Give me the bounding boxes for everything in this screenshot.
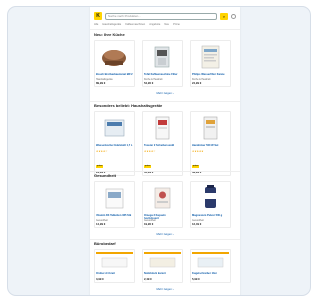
product-card[interactable]: Vitamin D3 Tabletten 365 Stk Gesundheit … xyxy=(94,181,135,229)
product-image xyxy=(144,43,181,71)
category-nav: Alle Haushaltsgeräte Kaffeemaschinen Ang… xyxy=(94,23,236,28)
shop-page: K Suche nach Produkten... ⌕ Alle Haushal… xyxy=(90,7,240,295)
product-image xyxy=(144,184,181,212)
product-price: 19,90 € xyxy=(144,222,154,226)
product-price: 12,49 € xyxy=(192,222,202,226)
product-card[interactable]: Bosch Brotbackautomat BR 2 Haushaltsgerä… xyxy=(94,40,135,88)
product-price: 2,49 € xyxy=(144,277,152,281)
show-more-link[interactable]: Mehr zeigen › xyxy=(94,91,236,95)
nav-item[interactable]: Neu xyxy=(164,23,169,28)
rating-stars: ★★★★☆ xyxy=(96,150,108,153)
product-image xyxy=(96,114,133,142)
section-title: Neu: Ihre Küche xyxy=(94,32,125,37)
divider xyxy=(90,29,240,30)
product-image xyxy=(96,184,133,212)
category-stripe xyxy=(96,252,133,254)
product-card[interactable]: Handmixer 500 W Set ★★★★★ prime 39,99 € xyxy=(190,111,231,177)
section-title: Gesundheit xyxy=(94,173,117,178)
product-image xyxy=(96,43,133,71)
product-card[interactable]: Wasserkocher Edelstahl 1,7 L ★★★★☆ prime… xyxy=(94,111,135,177)
product-image xyxy=(96,252,133,270)
search-input[interactable]: Suche nach Produkten... xyxy=(105,12,217,20)
product-section: Neu: Ihre Küche Bosch Brotbackautomat BR… xyxy=(94,32,236,95)
nav-item[interactable]: Haushaltsgeräte xyxy=(102,23,121,28)
product-price: 24,99 € xyxy=(192,81,202,85)
nav-item[interactable]: Alle xyxy=(94,23,98,28)
product-image xyxy=(192,114,229,142)
section-title: Bürobedarf xyxy=(94,241,116,246)
account-icon[interactable] xyxy=(231,13,236,19)
header-bar: K Suche nach Produkten... ⌕ xyxy=(90,9,240,23)
nav-item[interactable]: Prime xyxy=(173,23,180,28)
show-more-link[interactable]: Mehr zeigen › xyxy=(94,232,236,236)
divider xyxy=(90,101,240,102)
screenshot-frame: K Suche nach Produkten... ⌕ Alle Haushal… xyxy=(7,6,311,296)
prime-badge: prime xyxy=(96,165,104,168)
search-button[interactable]: ⌕ xyxy=(220,12,228,20)
product-section: Bürobedarf Ordner A4 breit 3,99 € Notizb xyxy=(94,241,236,291)
product-image xyxy=(144,114,181,142)
logo[interactable]: K xyxy=(94,12,102,20)
prime-badge: prime xyxy=(192,165,200,168)
product-card[interactable]: Ordner A4 breit 3,99 € xyxy=(94,249,135,284)
category-stripe xyxy=(192,252,229,254)
rating-stars: ★★★★★ xyxy=(192,150,204,153)
product-price: 3,99 € xyxy=(96,277,104,281)
product-card[interactable]: Tefal Kaffeemaschine Filter Küche & Haus… xyxy=(142,40,183,88)
product-price: 14,99 € xyxy=(96,222,106,226)
divider xyxy=(90,171,240,172)
category-stripe xyxy=(144,252,181,254)
nav-item[interactable]: Angebote xyxy=(149,23,160,28)
product-card[interactable]: Notizblock kariert 2,49 € xyxy=(142,249,183,284)
product-image xyxy=(192,184,229,212)
product-image xyxy=(192,252,229,270)
product-card[interactable]: Philips Wasserfilter Kanne Küche & Haush… xyxy=(190,40,231,88)
nav-item[interactable]: Kaffeemaschinen xyxy=(125,23,145,28)
product-image xyxy=(192,43,229,71)
show-more-link[interactable]: Mehr zeigen › xyxy=(94,287,236,291)
section-title: Besonders beliebt: Haushaltsgeräte xyxy=(94,103,163,108)
search-icon: ⌕ xyxy=(222,13,226,19)
product-card[interactable]: Omega 3 Kapseln hochdosiert Gesundheit 1… xyxy=(142,181,183,229)
product-card[interactable]: Magnesium Pulver 500 g Gesundheit 12,49 … xyxy=(190,181,231,229)
product-image xyxy=(144,252,181,270)
rating-stars: ★★★★☆ xyxy=(144,150,156,153)
divider xyxy=(90,239,240,240)
product-price: 89,99 € xyxy=(96,81,106,85)
product-section: Gesundheit Vitamin D3 Tabletten 365 Stk … xyxy=(94,173,236,236)
product-price: 54,90 € xyxy=(144,81,154,85)
product-card[interactable]: Kugelschreiber 10er 5,99 € xyxy=(190,249,231,284)
product-card[interactable]: Toaster 2 Scheiben weiß ★★★★☆ prime 34,9… xyxy=(142,111,183,177)
product-price: 5,99 € xyxy=(192,277,200,281)
prime-badge: prime xyxy=(144,165,152,168)
